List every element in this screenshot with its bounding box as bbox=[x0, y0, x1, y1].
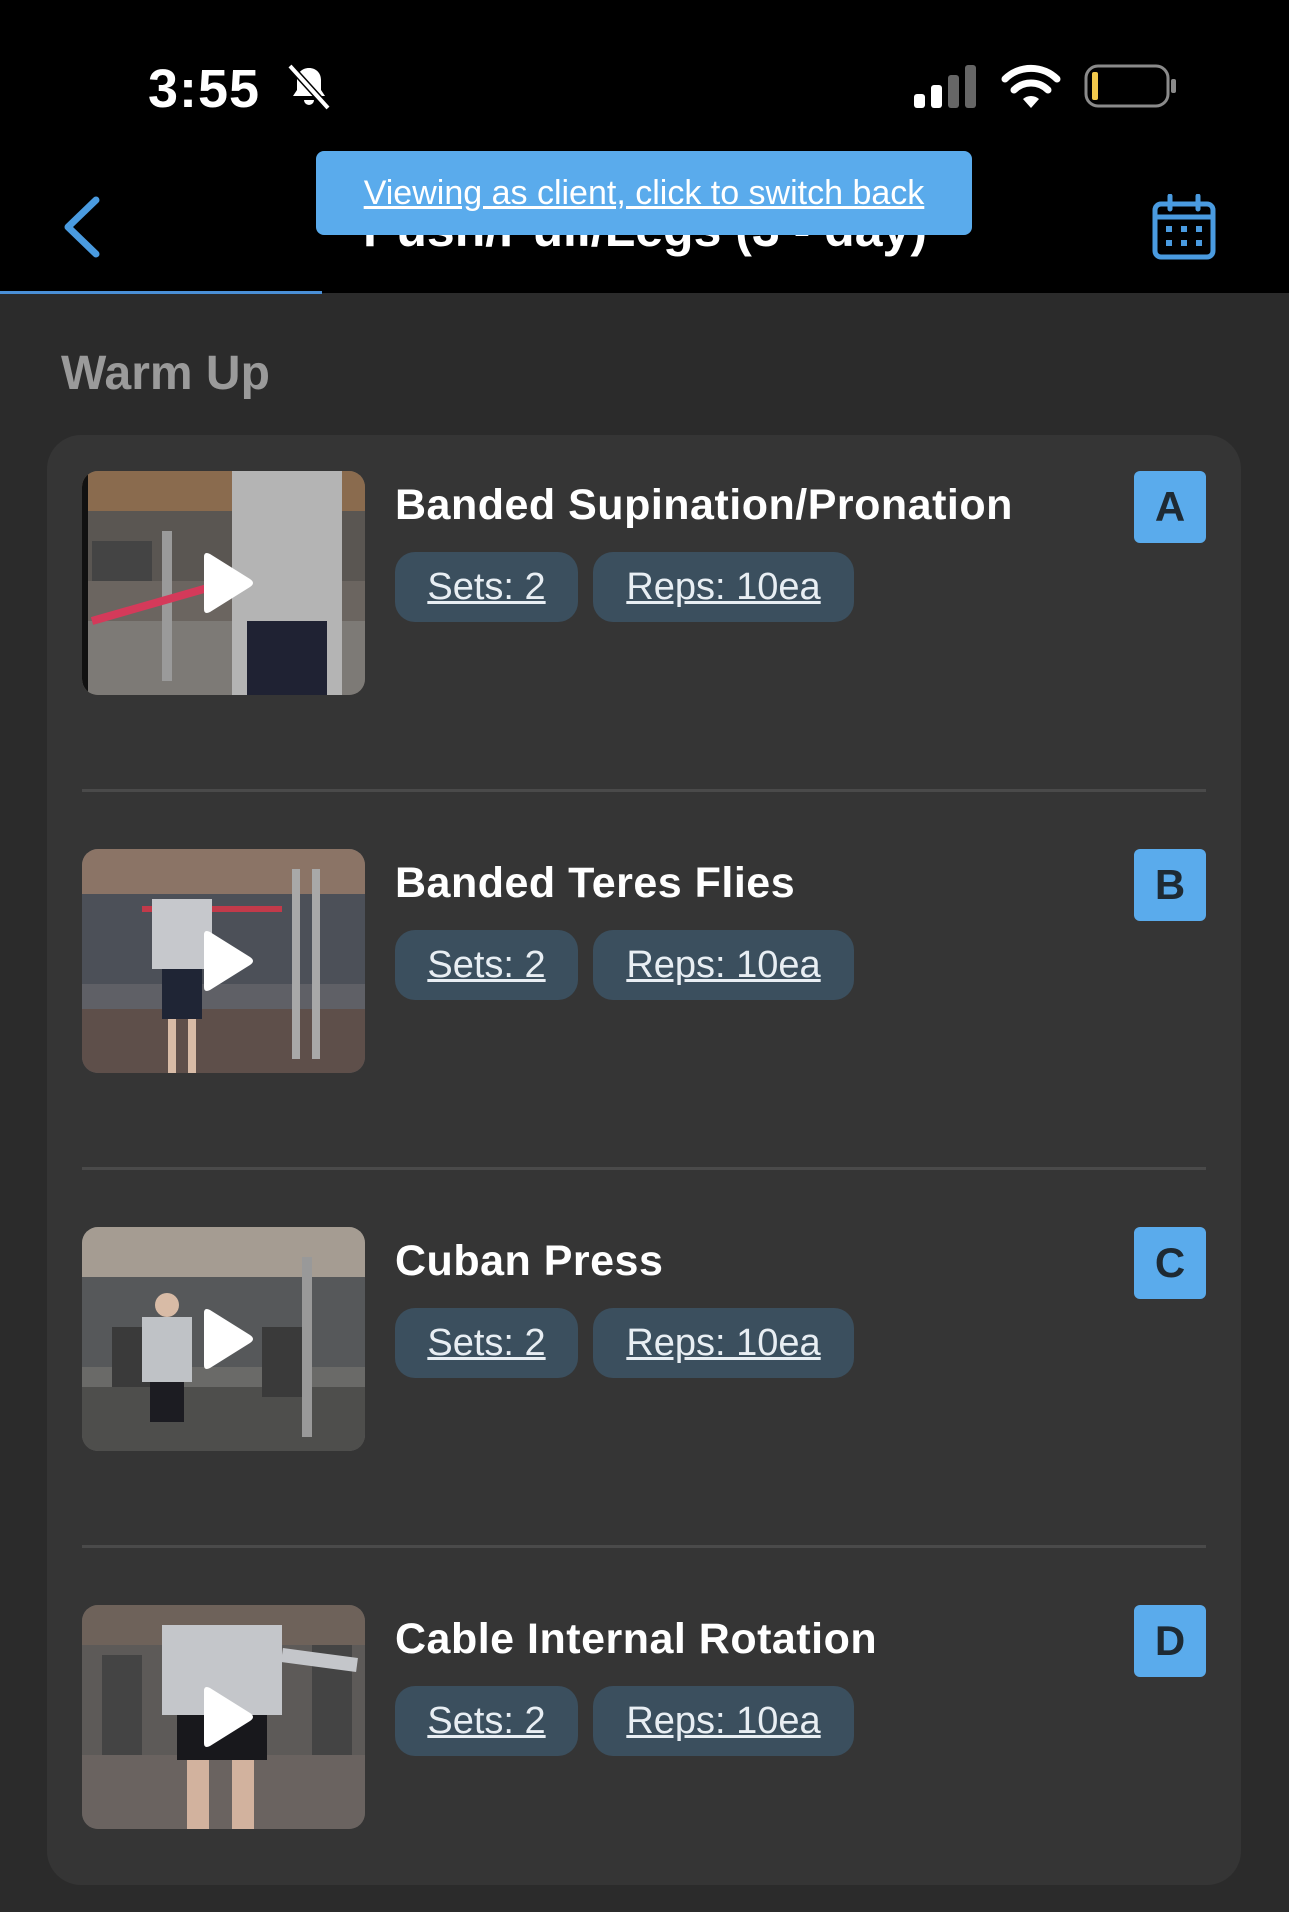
exercise-video-thumbnail[interactable] bbox=[82, 1605, 365, 1829]
exercise-item-d[interactable]: Cable Internal Rotation Sets: 2 Reps: 10… bbox=[82, 1605, 1206, 1829]
switch-back-label[interactable]: Viewing as client, click to switch back bbox=[364, 174, 925, 213]
sets-pill[interactable]: Sets: 2 bbox=[395, 930, 578, 1000]
exercise-name: Cuban Press bbox=[395, 1237, 664, 1285]
play-icon bbox=[204, 931, 253, 991]
reps-label[interactable]: Reps: 10ea bbox=[626, 1322, 820, 1365]
exercise-letter-badge: C bbox=[1134, 1227, 1206, 1299]
reps-label[interactable]: Reps: 10ea bbox=[626, 566, 820, 609]
header-progress-line bbox=[0, 291, 322, 294]
reps-pill[interactable]: Reps: 10ea bbox=[593, 930, 854, 1000]
play-icon bbox=[204, 1687, 253, 1747]
sets-label[interactable]: Sets: 2 bbox=[427, 566, 545, 609]
exercise-video-thumbnail[interactable] bbox=[82, 471, 365, 695]
exercise-letter-badge: A bbox=[1134, 471, 1206, 543]
play-icon bbox=[204, 1309, 253, 1369]
exercise-name: Banded Teres Flies bbox=[395, 859, 796, 907]
exercise-item-a[interactable]: Banded Supination/Pronation Sets: 2 Reps… bbox=[82, 471, 1206, 695]
battery-icon bbox=[1084, 64, 1176, 108]
signal-icon bbox=[914, 65, 976, 108]
chevron-left-icon[interactable] bbox=[58, 192, 106, 262]
divider bbox=[82, 1167, 1206, 1170]
bell-slash-icon bbox=[287, 63, 331, 111]
reps-label[interactable]: Reps: 10ea bbox=[626, 944, 820, 987]
exercise-video-thumbnail[interactable] bbox=[82, 849, 365, 1073]
reps-pill[interactable]: Reps: 10ea bbox=[593, 1308, 854, 1378]
badge-label: C bbox=[1154, 1239, 1186, 1286]
sets-label[interactable]: Sets: 2 bbox=[427, 944, 545, 987]
reps-pill[interactable]: Reps: 10ea bbox=[593, 1686, 854, 1756]
badge-label: B bbox=[1154, 861, 1186, 908]
status-time: 3:55 bbox=[148, 59, 261, 119]
switch-back-banner[interactable]: Viewing as client, click to switch back bbox=[316, 151, 972, 235]
section-title: Warm Up bbox=[61, 347, 270, 400]
badge-label: A bbox=[1154, 483, 1186, 530]
exercise-name: Banded Supination/Pronation bbox=[395, 481, 1013, 529]
calendar-icon[interactable] bbox=[1152, 194, 1216, 260]
sets-pill[interactable]: Sets: 2 bbox=[395, 1686, 578, 1756]
exercise-letter-badge: B bbox=[1134, 849, 1206, 921]
sets-pill[interactable]: Sets: 2 bbox=[395, 552, 578, 622]
exercise-video-thumbnail[interactable] bbox=[82, 1227, 365, 1451]
exercise-item-c[interactable]: Cuban Press Sets: 2 Reps: 10ea C bbox=[82, 1227, 1206, 1451]
sets-pill[interactable]: Sets: 2 bbox=[395, 1308, 578, 1378]
exercise-letter-badge: D bbox=[1134, 1605, 1206, 1677]
exercise-item-b[interactable]: Banded Teres Flies Sets: 2 Reps: 10ea B bbox=[82, 849, 1206, 1073]
sets-label[interactable]: Sets: 2 bbox=[427, 1322, 545, 1365]
exercise-name: Cable Internal Rotation bbox=[395, 1615, 878, 1663]
reps-label[interactable]: Reps: 10ea bbox=[626, 1700, 820, 1743]
play-icon bbox=[204, 553, 253, 613]
reps-pill[interactable]: Reps: 10ea bbox=[593, 552, 854, 622]
status-bar: 3:55 bbox=[0, 0, 1289, 150]
divider bbox=[82, 1545, 1206, 1548]
badge-label: D bbox=[1154, 1617, 1186, 1664]
wifi-icon bbox=[1001, 64, 1061, 108]
divider bbox=[82, 789, 1206, 792]
sets-label[interactable]: Sets: 2 bbox=[427, 1700, 545, 1743]
